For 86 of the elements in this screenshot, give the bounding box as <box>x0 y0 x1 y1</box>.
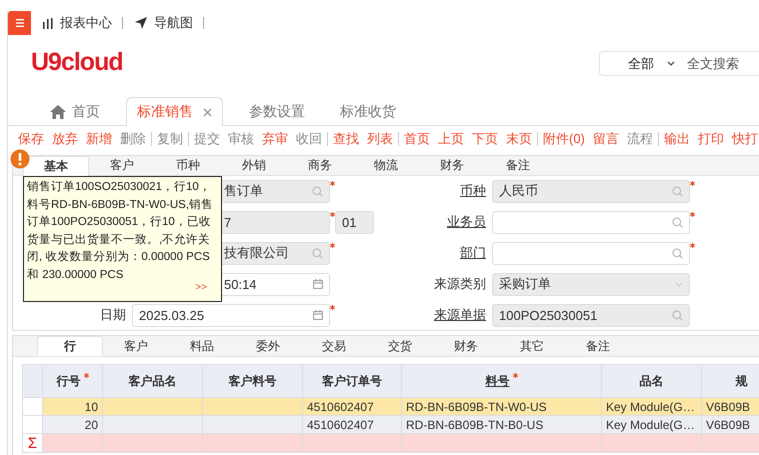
calendar-icon <box>313 310 323 320</box>
line-tab[interactable]: 客户 <box>103 336 169 356</box>
form-tab[interactable]: 财务 <box>419 156 485 175</box>
sum-symbol: Σ <box>28 434 38 452</box>
toolbar-button[interactable]: 末页 <box>502 130 536 148</box>
nav-link[interactable]: 报表中心 <box>43 14 112 32</box>
line-tab[interactable]: 备注 <box>565 336 631 356</box>
search-icon <box>672 186 683 196</box>
table-cell: V6B09B <box>706 400 750 414</box>
table-cell: RD-BN-6B09B-TN-B0-US <box>406 418 544 432</box>
nav-link[interactable]: 导航图 <box>135 14 193 32</box>
toolbar-button[interactable]: 弃审 <box>258 130 292 148</box>
search-icon <box>312 186 323 196</box>
column-header[interactable]: 客户料号 <box>202 364 302 398</box>
line-tab[interactable]: 料品 <box>169 336 235 356</box>
field-label: 来源类别 <box>434 276 486 291</box>
column-header[interactable]: 规 <box>702 364 759 398</box>
toolbar-button[interactable]: 首页 <box>400 130 434 148</box>
toolbar-button[interactable]: 放弃 <box>48 130 82 148</box>
search-field[interactable]: 全文搜索 <box>687 56 757 71</box>
toolbar-button[interactable]: 打印 <box>694 130 728 148</box>
form-tab[interactable]: 备注 <box>485 156 551 175</box>
input-field[interactable] <box>492 242 690 264</box>
form-tab[interactable]: 客户 <box>89 156 155 175</box>
field-label: 日期 <box>100 307 126 322</box>
chevron-down-icon <box>675 282 683 286</box>
more-link[interactable]: >> <box>195 282 207 293</box>
search-icon <box>672 310 683 320</box>
logo: U9cloud <box>31 49 123 75</box>
search-icon <box>672 216 683 228</box>
input-field[interactable]: 2025.03.25 <box>132 304 330 326</box>
toolbar-button[interactable]: 下页 <box>468 130 502 148</box>
column-header[interactable]: 料号 <box>402 364 602 398</box>
input-field[interactable] <box>492 210 690 234</box>
toolbar-button[interactable]: 查找 <box>329 130 363 148</box>
toolbar-button[interactable]: 上页 <box>434 130 468 148</box>
page-tab[interactable]: 首页 <box>41 97 109 125</box>
home-icon <box>50 104 66 118</box>
table-row[interactable]: 10 4510602407 RD-BN-6B09B-TN-W0-US Key Module(G… V6B09B <box>22 398 759 416</box>
column-header[interactable]: 客户订单号 <box>302 364 402 398</box>
menu-icon <box>16 19 24 27</box>
form-tab[interactable]: 基本 <box>23 156 89 176</box>
toolbar-button[interactable]: 留言 <box>588 130 623 148</box>
calendar-icon <box>313 279 323 289</box>
toolbar-button[interactable]: 快打 <box>728 130 759 148</box>
toolbar-button[interactable]: 列表 <box>363 130 397 148</box>
table-cell: 10 <box>84 400 98 414</box>
table-cell: 4510602407 <box>307 400 374 414</box>
toolbar-button[interactable]: 附件(0) <box>539 130 589 148</box>
page-tab[interactable]: 标准收货 <box>331 97 405 125</box>
line-tab[interactable]: 财务 <box>433 336 499 356</box>
scope-dropdown[interactable]: 全部 <box>628 54 654 72</box>
line-tab[interactable]: 其它 <box>499 336 565 356</box>
search-icon <box>672 248 683 258</box>
toolbar-button[interactable]: 保存 <box>14 130 48 148</box>
line-tab[interactable]: 行 <box>37 336 103 356</box>
form-tab[interactable]: 商务 <box>287 156 353 175</box>
line-tab[interactable]: 委外 <box>235 336 301 356</box>
error-message: 销售订单100SO25030021，行10，料号RD-BN-6B09B-TN-W0-US,销售订单100PO25030051，行10，已收货量与已出货量不一致。,不允许关闭, 收发数量分别为：0.00000 PCS 和 230.00000 PCS <box>27 180 214 282</box>
table-cell: V6B09B <box>706 418 750 432</box>
form-tab[interactable]: 币种 <box>155 156 221 175</box>
menu-button[interactable] <box>8 11 31 35</box>
search-icon <box>312 248 323 258</box>
table-cell: Key Module(G… <box>606 400 695 414</box>
chevron-down-icon <box>667 61 675 66</box>
navigation-arrow-icon <box>135 17 147 29</box>
table-row[interactable]: 20 4510602407 RD-BN-6B09B-TN-B0-US Key Module(G… V6B09B <box>22 416 759 434</box>
page-tab[interactable]: 参数设置 <box>240 97 314 125</box>
toolbar-button[interactable]: 新增 <box>82 130 116 148</box>
column-header[interactable]: 品名 <box>602 364 702 398</box>
bar-chart-icon <box>43 18 53 28</box>
column-header[interactable]: 行号 <box>42 364 102 398</box>
column-header[interactable]: 客户品名 <box>102 364 202 398</box>
table-cell: 20 <box>84 418 98 432</box>
search-box[interactable]: 全部 全文搜索 <box>599 51 759 76</box>
line-tab[interactable]: 交货 <box>367 336 433 356</box>
table-cell: RD-BN-6B09B-TN-W0-US <box>406 400 547 414</box>
table-cell: Key Module(G… <box>606 418 695 432</box>
form-tab[interactable]: 外销 <box>221 156 287 175</box>
field-label-link[interactable]: 业务员 <box>447 214 486 229</box>
page-tab[interactable]: 标准销售 <box>126 97 223 126</box>
line-tab[interactable]: 交易 <box>301 336 367 356</box>
form-tab[interactable]: 物流 <box>353 156 419 175</box>
table-cell: 4510602407 <box>307 418 374 432</box>
toolbar-button[interactable]: 输出 <box>660 130 694 148</box>
field-label-link[interactable]: 部门 <box>460 245 486 260</box>
